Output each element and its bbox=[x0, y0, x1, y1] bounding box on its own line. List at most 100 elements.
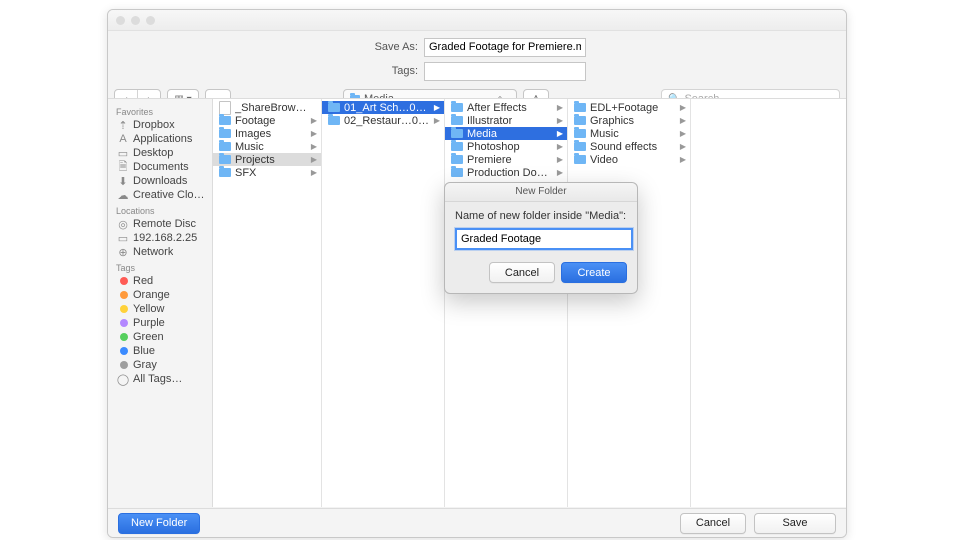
save-as-input[interactable] bbox=[424, 38, 586, 57]
column-1[interactable]: _ShareBrow…VolumeUID_Footage▶Images▶Musi… bbox=[213, 99, 322, 507]
tags-label: Tags: bbox=[108, 65, 424, 77]
row-label: Music bbox=[590, 128, 619, 140]
browser-row[interactable]: EDL+Footage ▶ bbox=[568, 101, 690, 114]
sidebar-item-dropbox[interactable]: ⇡Dropbox bbox=[108, 118, 212, 132]
file-icon bbox=[219, 101, 231, 115]
sidebar-icon: ▭ bbox=[118, 233, 128, 243]
browser-row[interactable]: Video▶ bbox=[568, 153, 690, 166]
folder-icon bbox=[219, 129, 231, 138]
sidebar-item-label: Applications bbox=[133, 133, 192, 145]
folder-icon bbox=[328, 116, 340, 125]
modal-create-button[interactable]: Create bbox=[561, 262, 627, 283]
row-label: EDL+Footage bbox=[590, 102, 658, 114]
tag-dot-icon bbox=[120, 305, 128, 313]
sidebar-item-label: Gray bbox=[133, 359, 157, 371]
row-label: SFX bbox=[235, 167, 256, 179]
traffic-light-close[interactable] bbox=[116, 16, 125, 25]
column-2[interactable]: 01_Art Sch…019-11-08▶02_Restaur…019-12-1… bbox=[322, 99, 445, 507]
sidebar-item-applications[interactable]: A Applications bbox=[108, 132, 212, 146]
modal-cancel-button[interactable]: Cancel bbox=[489, 262, 555, 283]
chevron-right-icon: ▶ bbox=[434, 116, 440, 125]
folder-icon bbox=[451, 103, 463, 112]
sidebar-item-label: Red bbox=[133, 275, 153, 287]
row-label: Production Documents bbox=[467, 167, 553, 179]
sidebar-item-label: Blue bbox=[133, 345, 155, 357]
sidebar-item-network[interactable]: ⊕Network bbox=[108, 245, 212, 259]
column-3[interactable]: After Effects ▶ Illustrator▶Media▶Photosho… bbox=[445, 99, 568, 507]
chevron-right-icon: ▶ bbox=[557, 168, 563, 177]
column-4[interactable]: EDL+Footage▶Graphics▶Music▶Sound effects… bbox=[568, 99, 691, 507]
folder-icon bbox=[219, 155, 231, 164]
folder-icon bbox=[219, 142, 231, 151]
browser-row[interactable]: Footage▶ bbox=[213, 114, 321, 127]
chevron-right-icon: ▶ bbox=[680, 155, 686, 164]
sidebar-icon: ⬇ bbox=[118, 176, 128, 186]
chevron-right-icon: ▶ bbox=[557, 103, 563, 112]
sidebar-item-documents[interactable]: 🗎Documents bbox=[108, 160, 212, 174]
sidebar-icon: ☁ bbox=[118, 190, 128, 200]
browser-row[interactable]: Music▶ bbox=[568, 127, 690, 140]
chevron-right-icon: ▶ bbox=[311, 142, 317, 151]
folder-icon bbox=[574, 129, 586, 138]
chevron-right-icon: ▶ bbox=[311, 168, 317, 177]
browser-body: Favorites ⇡DropboxAApplications▭Desktop🗎… bbox=[108, 98, 846, 507]
new-folder-button[interactable]: New Folder bbox=[118, 513, 200, 534]
new-folder-name-input[interactable] bbox=[455, 228, 633, 250]
browser-row[interactable]: Graphics▶ bbox=[568, 114, 690, 127]
sidebar-item-label: Desktop bbox=[133, 147, 173, 159]
browser-row[interactable]: SFX ▶ bbox=[213, 166, 321, 179]
sidebar-item-192-168-2-25[interactable]: ▭192.168.2.25 bbox=[108, 231, 212, 245]
sidebar-item-creative-cloud-files[interactable]: ☁Creative Cloud Files bbox=[108, 188, 212, 202]
browser-row[interactable]: 02_Restaur…019-12-18▶ bbox=[322, 114, 444, 127]
sidebar-item-label: All Tags… bbox=[133, 373, 182, 385]
tag-dot-icon bbox=[120, 319, 128, 327]
tags-input[interactable] bbox=[424, 62, 586, 81]
sidebar-tag-purple[interactable]: Purple bbox=[108, 316, 212, 330]
browser-row[interactable]: Production Documents ▶ bbox=[445, 166, 567, 179]
browser-row[interactable]: Images▶ bbox=[213, 127, 321, 140]
column-5[interactable] bbox=[691, 99, 846, 507]
browser-row[interactable]: Music ▶ bbox=[213, 140, 321, 153]
row-label: Photoshop bbox=[467, 141, 520, 153]
sidebar-item-label: Yellow bbox=[133, 303, 164, 315]
folder-icon bbox=[574, 116, 586, 125]
sidebar-icon: A bbox=[118, 134, 128, 144]
folder-icon bbox=[574, 103, 586, 112]
folder-icon bbox=[574, 142, 586, 151]
row-label: Premiere bbox=[467, 154, 512, 166]
sidebar-item-remote-disc[interactable]: ◎Remote Disc bbox=[108, 217, 212, 231]
tag-dot-icon bbox=[120, 361, 128, 369]
folder-icon bbox=[451, 155, 463, 164]
cancel-button[interactable]: Cancel bbox=[680, 513, 746, 534]
save-button[interactable]: Save bbox=[754, 513, 836, 534]
row-label: After Effects bbox=[467, 102, 527, 114]
row-label: Sound effects bbox=[590, 141, 657, 153]
chevron-right-icon: ▶ bbox=[680, 103, 686, 112]
sidebar-tag-red[interactable]: Red bbox=[108, 274, 212, 288]
browser-row[interactable]: Media▶ bbox=[445, 127, 567, 140]
browser-row[interactable]: Photoshop▶ bbox=[445, 140, 567, 153]
sidebar-tag-blue[interactable]: Blue bbox=[108, 344, 212, 358]
modal-title: New Folder bbox=[445, 183, 637, 202]
sidebar-item-label: Green bbox=[133, 331, 164, 343]
browser-row[interactable]: 01_Art Sch…019-11-08▶ bbox=[322, 101, 444, 114]
browser-row[interactable]: Illustrator▶ bbox=[445, 114, 567, 127]
folder-icon bbox=[451, 142, 463, 151]
sidebar-tag-green[interactable]: Green bbox=[108, 330, 212, 344]
traffic-light-minimize[interactable] bbox=[131, 16, 140, 25]
sidebar-item-downloads[interactable]: ⬇Downloads bbox=[108, 174, 212, 188]
sidebar-item-all-tags[interactable]: ◯ All Tags… bbox=[108, 372, 212, 386]
browser-row[interactable]: Projects▶ bbox=[213, 153, 321, 166]
browser-row[interactable]: Sound effects▶ bbox=[568, 140, 690, 153]
column-view: _ShareBrow…VolumeUID_Footage▶Images▶Musi… bbox=[213, 99, 846, 507]
browser-row[interactable]: Premiere▶ bbox=[445, 153, 567, 166]
sidebar-icon: ⊕ bbox=[118, 247, 128, 257]
traffic-light-zoom[interactable] bbox=[146, 16, 155, 25]
sidebar-tag-orange[interactable]: Orange bbox=[108, 288, 212, 302]
browser-row[interactable]: _ShareBrow…VolumeUID_ bbox=[213, 101, 321, 114]
sidebar-tag-yellow[interactable]: Yellow bbox=[108, 302, 212, 316]
row-label: Music bbox=[235, 141, 264, 153]
sidebar-tag-gray[interactable]: Gray bbox=[108, 358, 212, 372]
folder-icon bbox=[451, 116, 463, 125]
browser-row[interactable]: After Effects ▶ bbox=[445, 101, 567, 114]
